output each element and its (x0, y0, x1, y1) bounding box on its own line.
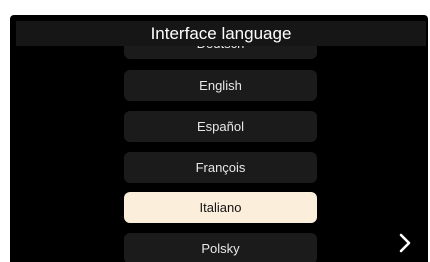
language-option-francois[interactable]: François (124, 152, 317, 183)
language-option-polsky[interactable]: Polsky (124, 233, 317, 262)
chevron-right-icon (399, 233, 411, 253)
language-option-espanol[interactable]: Español (124, 111, 317, 142)
language-screen: Interface language Deutsch English Españ… (10, 15, 428, 262)
language-option-italiano[interactable]: Italiano (124, 192, 317, 223)
page-title: Interface language (16, 21, 426, 46)
language-option-english[interactable]: English (124, 70, 317, 101)
next-button[interactable] (393, 231, 417, 255)
language-list[interactable]: Deutsch English Español François Italian… (10, 15, 428, 262)
